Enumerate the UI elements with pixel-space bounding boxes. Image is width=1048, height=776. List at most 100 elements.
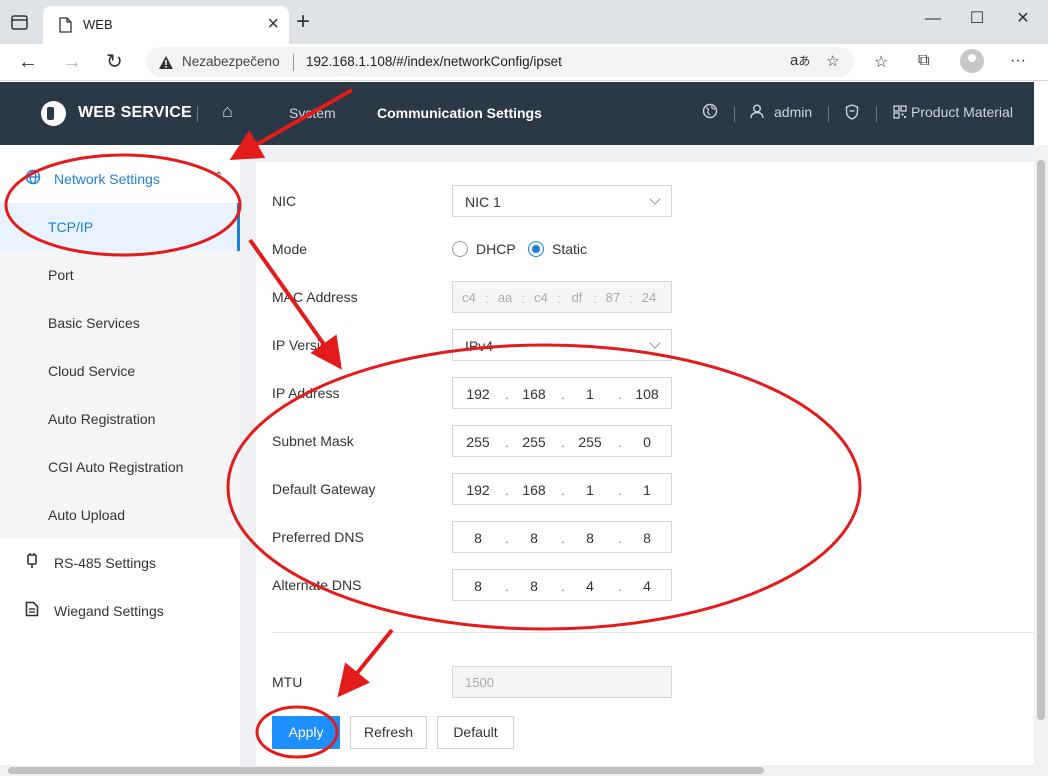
username[interactable]: admin [774,104,812,120]
ip-octet-input[interactable]: 8 [458,530,498,546]
sidebar-item-auto-registration[interactable]: Auto Registration [0,395,240,443]
home-icon[interactable]: ⌂ [222,101,233,122]
forward-icon[interactable]: → [62,50,82,74]
ip-octet-input[interactable]: 4 [627,578,667,594]
ip-octet-input[interactable]: 8 [514,530,554,546]
read-aloud-icon[interactable]: aあ [790,52,810,69]
profile-avatar[interactable] [960,49,984,73]
ip-octet-input[interactable]: 8 [570,530,610,546]
sidebar-item-basic-services[interactable]: Basic Services [0,299,240,347]
ip-dot: . [505,386,509,402]
static-radio[interactable] [528,241,544,257]
dhcp-radio-label[interactable]: DHCP [476,241,516,257]
sidebar-group-rs485-settings[interactable]: RS-485 Settings [0,539,240,587]
product-material-link[interactable]: Product Material [911,104,1013,120]
ip-octet-input[interactable]: 255 [458,434,498,450]
subnet-mask-field[interactable]: 255 . 255 . 255 . 0 [452,425,672,457]
header-divider [197,106,198,122]
ip-dot: . [618,578,622,594]
warning-icon[interactable] [158,55,174,70]
browser-titlebar: WEB × + — ☐ ✕ [0,0,1048,44]
ip-octet-input[interactable]: 192 [458,386,498,402]
ip-octet-input[interactable]: 168 [514,482,554,498]
ip-address-field[interactable]: 192 . 168 . 1 . 108 [452,377,672,409]
shield-icon[interactable] [845,104,859,120]
chevron-up-icon[interactable]: ⌃ [213,169,224,185]
ip-octet-input[interactable]: 255 [514,434,554,450]
sidebar-item-cgi-auto-registration[interactable]: CGI Auto Registration [0,443,240,491]
preferred-dns-field[interactable]: 8 . 8 . 8 . 8 [452,521,672,553]
mac-separator: : [521,290,525,306]
window-close-icon[interactable]: ✕ [1000,6,1046,32]
new-tab-icon[interactable]: + [296,10,310,34]
address-bar[interactable]: Nezabezpečeno 192.168.1.108/#/index/netw… [146,47,854,77]
brand-name: WEB SERVICE [78,104,192,121]
favorites-icon[interactable]: ☆ [874,52,888,72]
ip-octet-input[interactable]: 8 [627,530,667,546]
alternate-dns-label: Alternate DNS [272,577,362,593]
ip-octet-input[interactable]: 1 [570,482,610,498]
ip-octet-input[interactable]: 8 [458,578,498,594]
reload-icon[interactable]: ↻ [106,50,123,74]
ip-dot: . [561,482,565,498]
ip-dot: . [561,434,565,450]
ip-octet-input[interactable]: 255 [570,434,610,450]
ip-octet-input[interactable]: 1 [627,482,667,498]
menu-communication-settings[interactable]: Communication Settings [377,105,542,121]
ip-octet-input[interactable]: 1 [570,386,610,402]
tab-actions-icon[interactable] [10,14,30,32]
sidebar-item-auto-upload[interactable]: Auto Upload [0,491,240,539]
default-gateway-field[interactable]: 192 . 168 . 1 . 1 [452,473,672,505]
refresh-button[interactable]: Refresh [350,716,427,749]
user-icon[interactable] [750,104,764,119]
ip-dot: . [618,386,622,402]
sidebar-item-cloud-service[interactable]: Cloud Service [0,347,240,395]
vertical-scrollbar-thumb[interactable] [1037,160,1045,720]
globe-icon [25,169,41,185]
sidebar-group-network-settings[interactable]: Network Settings ⌃ [0,155,240,203]
ip-dot: . [561,386,565,402]
ip-octet-input[interactable]: 168 [514,386,554,402]
maximize-icon[interactable]: ☐ [954,6,1000,32]
nic-select[interactable]: NIC 1 [452,185,672,217]
mac-address-label: MAC Address [272,289,358,305]
ip-version-select[interactable]: IPv4 [452,329,672,361]
ip-dot: . [505,482,509,498]
apply-button[interactable]: Apply [272,716,340,749]
collections-icon[interactable]: ⧉ [918,52,929,70]
horizontal-scrollbar-thumb[interactable] [8,767,764,774]
ip-dot: . [561,578,565,594]
more-menu-icon[interactable]: ··· [1010,52,1026,70]
page-icon [59,17,72,33]
browser-tab[interactable]: WEB × [43,6,289,44]
static-radio-label[interactable]: Static [552,241,587,257]
menu-system[interactable]: System [289,105,336,121]
language-globe-icon[interactable] [702,103,718,119]
sidebar-group-wiegand-settings[interactable]: Wiegand Settings [0,587,240,635]
tab-close-icon[interactable]: × [267,14,279,34]
minimize-icon[interactable]: — [910,6,956,32]
dhcp-radio[interactable] [452,241,468,257]
mac-octet: 87 [605,290,621,305]
ip-dot: . [505,530,509,546]
url-text[interactable]: 192.168.1.108/#/index/networkConfig/ipse… [306,54,562,69]
mtu-input[interactable]: 1500 [452,666,672,698]
ip-octet-input[interactable]: 0 [627,434,667,450]
back-icon[interactable]: ← [18,50,38,74]
security-label[interactable]: Nezabezpečeno [182,54,280,69]
alternate-dns-field[interactable]: 8 . 8 . 4 . 4 [452,569,672,601]
mac-octet: df [571,290,583,305]
sidebar-item-port[interactable]: Port [0,251,240,299]
document-icon [25,601,39,617]
add-favorite-icon[interactable]: ☆ [826,52,839,70]
mac-separator: : [485,290,489,306]
default-button[interactable]: Default [437,716,514,749]
ip-dot: . [561,530,565,546]
ip-octet-input[interactable]: 4 [570,578,610,594]
ip-octet-input[interactable]: 8 [514,578,554,594]
ip-octet-input[interactable]: 108 [627,386,667,402]
ip-octet-input[interactable]: 192 [458,482,498,498]
qr-code-icon[interactable] [893,105,907,119]
sidebar-item-tcp-ip[interactable]: TCP/IP [0,203,240,251]
chevron-down-icon [649,337,661,349]
